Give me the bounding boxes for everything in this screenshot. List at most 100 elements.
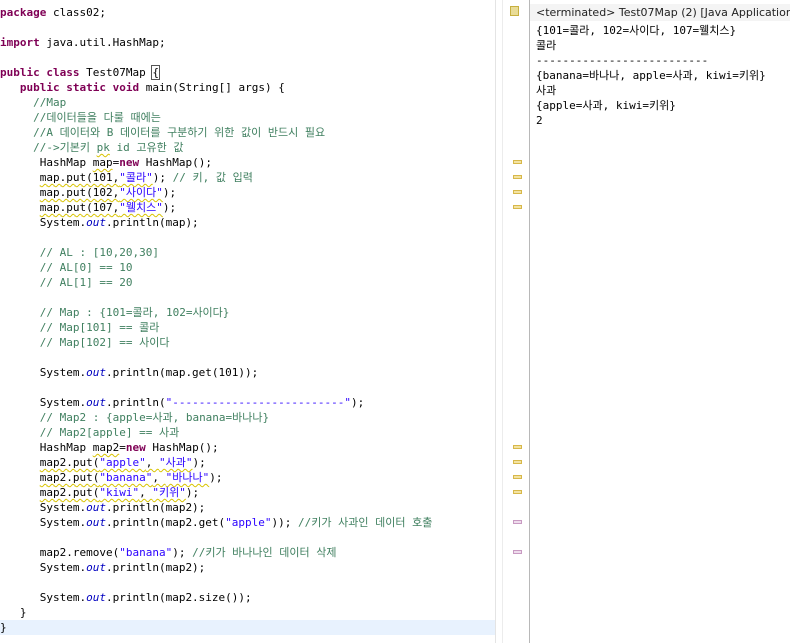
console-view[interactable]: <terminated> Test07Map (2) [Java Applica… — [530, 0, 790, 643]
code-token: , — [145, 456, 159, 469]
warning-marker[interactable] — [513, 475, 522, 479]
code-token: map2.put( — [39, 486, 100, 499]
warning-marker[interactable] — [513, 175, 522, 179]
code-line[interactable]: map.put(101,"콜라"); // 키, 값 입력 — [0, 170, 495, 185]
warning-marker[interactable] — [513, 205, 522, 209]
code-line[interactable]: // AL[0] == 10 — [0, 260, 495, 275]
code-line[interactable]: //Map — [0, 95, 495, 110]
overview-ruler[interactable] — [495, 0, 530, 643]
code-token: HashMap(); — [145, 441, 219, 454]
code-token: "키위" — [152, 486, 186, 499]
code-line[interactable] — [0, 530, 495, 545]
warning-marker[interactable] — [513, 160, 522, 164]
code-token: out — [86, 516, 106, 529]
code-token: //->기본키 — [33, 141, 97, 154]
code-line[interactable]: map2.put("apple", "사과"); — [0, 455, 495, 470]
warning-summary-icon[interactable] — [510, 6, 519, 16]
code-line[interactable]: import java.util.HashMap; — [0, 35, 495, 50]
code-line[interactable]: System.out.println(map2); — [0, 500, 495, 515]
warning-marker[interactable] — [513, 490, 522, 494]
code-line[interactable]: map2.put("kiwi", "키위"); — [0, 485, 495, 500]
code-line[interactable]: map.put(102,"사이다"); — [0, 185, 495, 200]
code-token: .println(map); — [105, 216, 199, 229]
code-line[interactable] — [0, 50, 495, 65]
code-line[interactable] — [0, 230, 495, 245]
info-marker[interactable] — [513, 550, 522, 554]
code-token: "바나나" — [165, 471, 210, 484]
code-token: .println(map2.size()); — [105, 591, 252, 604]
warning-marker[interactable] — [513, 445, 522, 449]
code-token: map2.put( — [39, 471, 100, 484]
code-token: ); — [209, 471, 223, 484]
code-line[interactable]: // Map[102] == 사이다 — [0, 335, 495, 350]
code-line[interactable]: // Map[101] == 콜라 — [0, 320, 495, 335]
code-token: .println(map2.get( — [105, 516, 226, 529]
code-token: // Map[102] == 사이다 — [39, 336, 170, 349]
code-line[interactable]: HashMap map2=new HashMap(); — [0, 440, 495, 455]
code-line[interactable]: } — [0, 620, 495, 635]
code-line[interactable] — [0, 380, 495, 395]
code-token: "banana" — [119, 546, 173, 559]
code-token: public — [19, 81, 60, 94]
code-token: main(String[] args) { — [139, 81, 285, 94]
code-token: System. — [0, 216, 87, 229]
code-token: "웰치스" — [119, 201, 163, 214]
code-token: // Map[101] == 콜라 — [39, 321, 160, 334]
code-line[interactable]: // Map2 : {apple=사과, banana=바나나} — [0, 410, 495, 425]
code-line[interactable]: System.out.println(map2.size()); — [0, 590, 495, 605]
code-line[interactable]: // AL[1] == 20 — [0, 275, 495, 290]
code-line[interactable]: //->기본키 pk id 고유한 값 — [0, 140, 495, 155]
code-line[interactable]: public static void main(String[] args) { — [0, 80, 495, 95]
code-line[interactable]: System.out.println(map2); — [0, 560, 495, 575]
code-token: map.put(102, — [39, 186, 120, 199]
code-line[interactable]: public class Test07Map { — [0, 65, 495, 80]
console-line: -------------------------- — [536, 54, 709, 67]
code-line[interactable]: // Map : {101=콜라, 102=사이다} — [0, 305, 495, 320]
code-line[interactable]: map.put(107,"웰치스"); — [0, 200, 495, 215]
code-token: "banana" — [99, 471, 153, 484]
code-line[interactable]: //데이터들을 다룰 때에는 — [0, 110, 495, 125]
code-line[interactable]: //A 데이터와 B 데이터를 구분하기 위한 값이 반드시 필요 — [0, 125, 495, 140]
code-line[interactable]: package class02; — [0, 5, 495, 20]
code-line[interactable]: HashMap map=new HashMap(); — [0, 155, 495, 170]
code-lines[interactable]: package class02; import java.util.HashMap… — [0, 5, 495, 635]
warning-marker[interactable] — [513, 460, 522, 464]
code-line[interactable] — [0, 20, 495, 35]
code-token: import — [0, 36, 40, 49]
code-token: map.put(101, — [39, 171, 120, 184]
code-editor[interactable]: package class02; import java.util.HashMap… — [0, 0, 495, 643]
code-token: java.util.HashMap; — [39, 36, 166, 49]
code-line[interactable]: map2.remove("banana"); //키가 바나나인 데이터 삭제 — [0, 545, 495, 560]
console-output[interactable]: {101=콜라, 102=사이다, 107=웰치스} 콜라 ------------… — [536, 23, 790, 128]
code-token: ); — [351, 396, 365, 409]
code-token: "사이다" — [119, 186, 163, 199]
code-token: System. — [0, 366, 87, 379]
code-line[interactable]: System.out.println(map); — [0, 215, 495, 230]
code-token: System. — [0, 561, 87, 574]
code-line[interactable] — [0, 575, 495, 590]
code-line[interactable]: // AL : [10,20,30] — [0, 245, 495, 260]
code-line[interactable]: // Map2[apple] == 사과 — [0, 425, 495, 440]
code-token: pk — [96, 141, 110, 154]
code-token: //A 데이터와 B 데이터를 구분하기 위한 값이 반드시 필요 — [33, 126, 326, 139]
code-line[interactable]: System.out.println(map.get(101)); — [0, 365, 495, 380]
code-line[interactable]: System.out.println(map2.get("apple")); /… — [0, 515, 495, 530]
code-token: System. — [0, 396, 87, 409]
code-line[interactable]: } — [0, 605, 495, 620]
info-marker[interactable] — [513, 520, 522, 524]
code-token: )); — [271, 516, 299, 529]
code-line[interactable]: map2.put("banana", "바나나"); — [0, 470, 495, 485]
code-line[interactable]: System.out.println("--------------------… — [0, 395, 495, 410]
code-line[interactable] — [0, 350, 495, 365]
warning-marker[interactable] — [513, 190, 522, 194]
code-line[interactable] — [0, 290, 495, 305]
